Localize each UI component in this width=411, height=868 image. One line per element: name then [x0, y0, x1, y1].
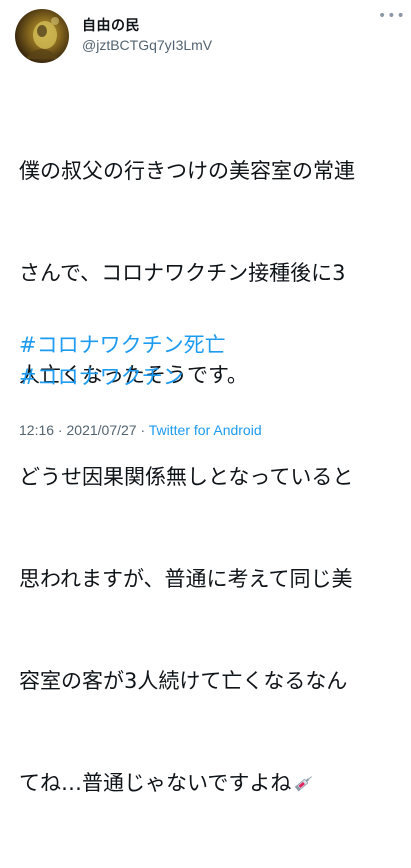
user-handle[interactable]: @jztBCTGq7yI3LmV [82, 37, 212, 53]
tweet-date[interactable]: 2021/07/27 [67, 422, 137, 438]
tweet-text-line: さんで、コロナワクチン接種後に3 [19, 261, 346, 285]
more-dots-icon[interactable]: ••• [378, 6, 405, 26]
avatar-photo-icon [25, 17, 59, 59]
tweet-text-line-last: てね…普通じゃないですよね [19, 766, 403, 800]
tweet-source[interactable]: Twitter for Android [149, 422, 262, 438]
syringe-icon [293, 768, 315, 802]
tweet-text: 僕の叔父の行きつけの美容室の常連 さんで、コロナワクチン接種後に3 人亡くなった… [19, 86, 403, 868]
avatar[interactable] [15, 9, 69, 63]
tweet-text-line: どうせ因果関係無しとなっていると [19, 465, 354, 489]
hashtag-link[interactable]: #コロナワクチン死亡 [19, 329, 226, 361]
tweet-text-line: 僕の叔父の行きつけの美容室の常連 [19, 159, 355, 183]
tweet-text-line: 容室の客が3人続けて亡くなるなん [19, 669, 348, 693]
tweet-card: 自由の民 @jztBCTGq7yI3LmV ••• 僕の叔父の行きつけの美容室の… [0, 0, 411, 795]
tweet-time[interactable]: 12:16 [19, 422, 54, 438]
display-name[interactable]: 自由の民 [82, 15, 140, 35]
hashtag-link[interactable]: #コロナワクチン [19, 361, 226, 393]
meta-separator: · [136, 422, 149, 438]
tweet-text-last-fragment: てね…普通じゃないですよね [19, 771, 292, 795]
meta-separator: · [54, 422, 67, 438]
tweet-text-line: 思われますが、普通に考えて同じ美 [19, 567, 353, 591]
hashtags: #コロナワクチン死亡 #コロナワクチン [19, 329, 226, 393]
tweet-meta: 12:16 · 2021/07/27 · Twitter for Android [19, 422, 262, 438]
